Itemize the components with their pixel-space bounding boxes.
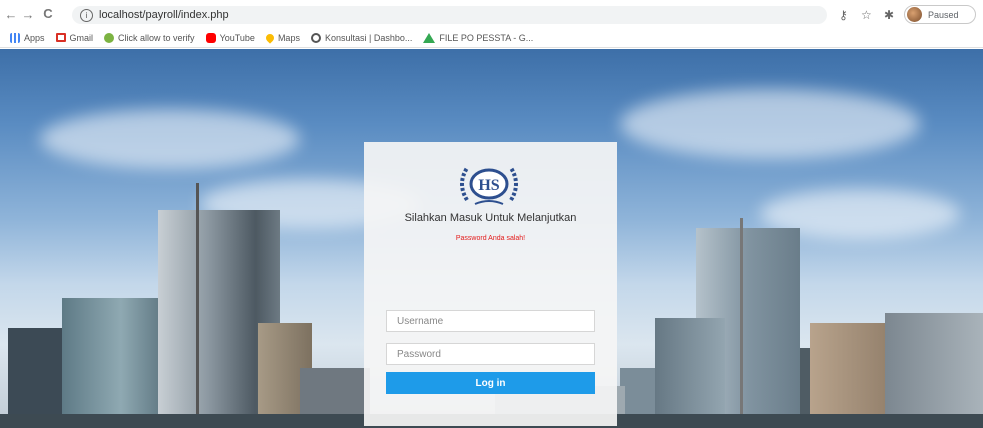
bookmark-label: Maps [277, 32, 300, 43]
youtube-icon [205, 32, 216, 43]
bookmark-file-po[interactable]: FILE PO PESSTA - G... [423, 32, 534, 43]
bookmark-label: Click allow to verify [118, 32, 195, 43]
company-logo: HS [460, 166, 518, 205]
building [196, 183, 199, 428]
back-icon[interactable]: ← [2, 7, 20, 22]
bookmark-favicon-icon [104, 32, 115, 43]
bookmark-label: Apps [24, 32, 45, 43]
building [885, 313, 983, 428]
key-icon[interactable]: ⚷ [839, 8, 848, 22]
building [8, 328, 68, 428]
gmail-icon [55, 33, 66, 42]
building [655, 318, 725, 428]
cloud [620, 89, 920, 159]
bookmark-konsultasi[interactable]: Konsultasi | Dashbo... [310, 32, 413, 43]
bookmark-label: FILE PO PESSTA - G... [439, 32, 534, 43]
bookmark-favicon-icon [310, 32, 321, 43]
profile-status: Paused [928, 9, 959, 20]
profile-button[interactable]: Paused [904, 5, 976, 24]
address-bar[interactable]: i localhost/payroll/index.php [72, 6, 827, 24]
login-button[interactable]: Log in [386, 372, 595, 394]
logo-text: HS [478, 177, 499, 194]
bookmark-youtube[interactable]: YouTube [205, 32, 255, 43]
star-bookmark-icon[interactable]: ☆ [861, 8, 872, 22]
apps-grid-icon [10, 32, 20, 43]
login-panel: HS Silahkan Masuk Untuk Melanjutkan Pass… [364, 142, 617, 426]
maps-pin-icon [264, 31, 276, 44]
bookmarks-bar: Apps Gmail Click allow to verify YouTube… [0, 28, 983, 48]
forward-icon[interactable]: → [19, 7, 37, 22]
bookmark-label: YouTube [219, 32, 255, 43]
avatar [907, 7, 922, 22]
bookmark-click-allow[interactable]: Click allow to verify [104, 32, 195, 43]
reload-icon[interactable]: C [39, 6, 57, 21]
bookmark-label: Gmail [69, 32, 94, 43]
browser-toolbar: ← → C i localhost/payroll/index.php ⚷ ☆ … [0, 0, 983, 28]
extensions-puzzle-icon[interactable]: ✱ [884, 8, 894, 22]
cloud [40, 109, 300, 169]
bookmark-gmail[interactable]: Gmail [55, 32, 94, 43]
address-url[interactable]: localhost/payroll/index.php [99, 9, 229, 21]
bookmark-label: Konsultasi | Dashbo... [324, 32, 413, 43]
bookmark-apps[interactable]: Apps [10, 32, 45, 43]
username-input[interactable] [386, 310, 595, 332]
bookmark-maps[interactable]: Maps [264, 31, 300, 44]
login-page-background: HS Silahkan Masuk Untuk Melanjutkan Pass… [0, 49, 983, 428]
password-input[interactable] [386, 343, 595, 365]
google-drive-icon [423, 32, 436, 43]
building [740, 218, 743, 428]
welcome-message: Silahkan Masuk Untuk Melanjutkan [404, 212, 577, 224]
error-message: Password Anda salah! [455, 235, 526, 242]
site-info-icon[interactable]: i [80, 8, 93, 22]
